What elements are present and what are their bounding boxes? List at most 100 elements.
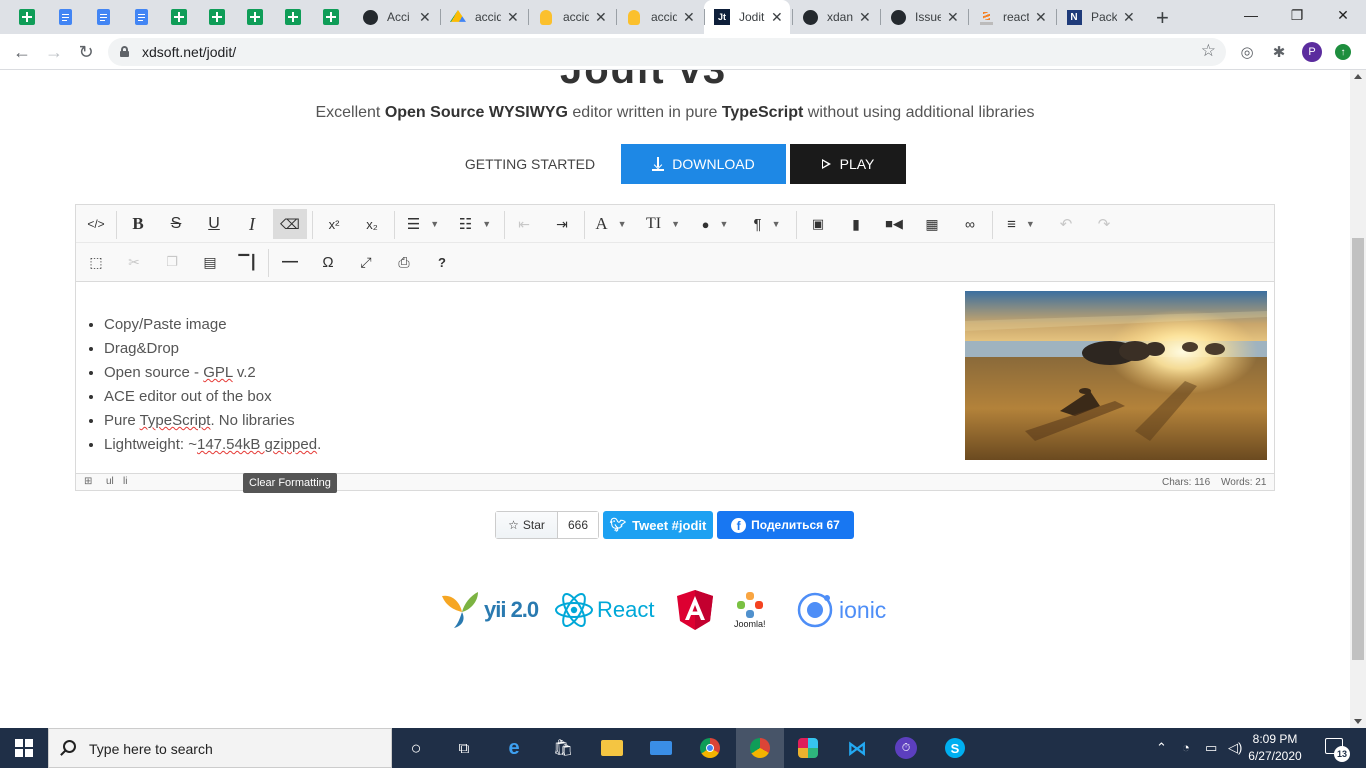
tray-overflow-icon[interactable]: ⌃ bbox=[1156, 740, 1167, 756]
file-icon[interactable]: ▮ bbox=[840, 209, 872, 239]
ionic-logo[interactable]: ionic bbox=[796, 588, 886, 632]
play-button[interactable]: PLAY bbox=[790, 144, 906, 184]
tab-pinned-docs[interactable] bbox=[122, 0, 160, 34]
tab-github-issue[interactable]: Issue ✕ bbox=[880, 0, 966, 34]
tab-pinned-sheets[interactable] bbox=[236, 0, 274, 34]
list-item[interactable]: Drag&Drop bbox=[104, 337, 321, 361]
github-star-button[interactable]: ☆ Star bbox=[496, 512, 558, 538]
tab-github-acci[interactable]: Acci ✕ bbox=[352, 0, 438, 34]
tab-pinned-sheets[interactable] bbox=[274, 0, 312, 34]
battery-icon[interactable]: ▭ bbox=[1205, 740, 1217, 756]
select-all-icon[interactable]: ⬚ bbox=[80, 247, 112, 277]
italic-icon[interactable]: I bbox=[236, 209, 268, 239]
video-icon[interactable]: ■◀ bbox=[878, 209, 910, 239]
wifi-icon[interactable]: ◔ bbox=[1182, 740, 1190, 755]
tab-idea-accid-2[interactable]: accid ✕ bbox=[616, 0, 702, 34]
close-tab-icon[interactable]: ✕ bbox=[419, 9, 431, 26]
minimize-button[interactable]: — bbox=[1228, 0, 1274, 30]
align-icon[interactable]: ≡ ▼ bbox=[998, 209, 1044, 239]
vscode-icon[interactable]: ⋈ bbox=[845, 736, 869, 760]
back-button[interactable]: ← bbox=[9, 39, 35, 65]
indent-icon[interactable]: ⇥ bbox=[546, 209, 578, 239]
mail-icon[interactable] bbox=[649, 736, 673, 760]
puzzle-extensions-icon[interactable]: ✱ bbox=[1270, 43, 1288, 61]
tab-pinned-sheets[interactable] bbox=[8, 0, 46, 34]
joomla-logo[interactable]: Joomla! bbox=[734, 588, 766, 632]
copy-format-icon[interactable]: ▔┃ bbox=[232, 247, 264, 277]
close-tab-icon[interactable]: ✕ bbox=[947, 9, 959, 26]
tab-jodit-active[interactable]: Jt Jodit ✕ bbox=[704, 0, 790, 34]
superscript-icon[interactable]: x² bbox=[318, 209, 350, 239]
eraser-icon[interactable]: ⌫ bbox=[273, 209, 307, 239]
font-size-icon[interactable]: TI ▼ bbox=[640, 209, 686, 239]
copy-icon[interactable]: ❐ bbox=[156, 247, 188, 277]
slack-icon[interactable] bbox=[796, 736, 820, 760]
facebook-share-button[interactable]: f Поделиться 67 bbox=[717, 511, 854, 539]
image-icon[interactable]: ▣ bbox=[802, 209, 834, 239]
close-tab-icon[interactable]: ✕ bbox=[683, 9, 695, 26]
tab-pinned-sheets[interactable] bbox=[312, 0, 350, 34]
update-arrow-icon[interactable]: ↑ bbox=[1335, 44, 1351, 60]
fullsize-icon[interactable]: ⤢ bbox=[350, 247, 382, 277]
angular-logo[interactable] bbox=[676, 588, 714, 632]
lock-icon[interactable] bbox=[120, 46, 129, 57]
subscript-icon[interactable]: x₂ bbox=[356, 209, 388, 239]
yii-logo[interactable]: yii 2.0 bbox=[440, 588, 539, 632]
hr-icon[interactable]: — bbox=[274, 247, 306, 277]
list-item[interactable]: Lightweight: ~147.54kB gzipped. bbox=[104, 433, 321, 457]
scroll-down-arrow[interactable] bbox=[1354, 719, 1362, 724]
ordered-list-icon[interactable]: ☷ ▼ bbox=[452, 209, 498, 239]
edge-icon[interactable]: e bbox=[502, 736, 526, 760]
taskbar-search[interactable]: Type here to search bbox=[48, 728, 392, 768]
close-tab-icon[interactable]: ✕ bbox=[507, 9, 519, 26]
omnibox[interactable]: xdsoft.net/jodit/ ☆ bbox=[108, 38, 1226, 66]
task-view-icon[interactable]: ⧉ bbox=[452, 736, 476, 760]
cortana-icon[interactable]: ○ bbox=[404, 736, 428, 760]
start-button[interactable] bbox=[0, 728, 48, 768]
profile-avatar[interactable]: P bbox=[1302, 42, 1322, 62]
undo-icon[interactable]: ↶ bbox=[1050, 209, 1082, 239]
skype-icon[interactable]: S bbox=[943, 736, 967, 760]
url-text[interactable]: xdsoft.net/jodit/ bbox=[142, 44, 236, 60]
chrome-icon[interactable] bbox=[698, 736, 722, 760]
tab-drive-accid[interactable]: accid ✕ bbox=[440, 0, 526, 34]
bold-icon[interactable]: B bbox=[122, 209, 154, 239]
new-tab-button[interactable]: + bbox=[1156, 5, 1169, 31]
volume-icon[interactable]: ◁) bbox=[1228, 740, 1242, 756]
beach-sunset-image[interactable] bbox=[965, 291, 1267, 460]
about-icon[interactable]: ? bbox=[426, 247, 458, 277]
link-icon[interactable]: ∞ bbox=[954, 209, 986, 239]
maximize-button[interactable]: ❐ bbox=[1274, 0, 1320, 30]
tab-pinned-sheets[interactable] bbox=[198, 0, 236, 34]
close-tab-icon[interactable]: ✕ bbox=[1123, 9, 1135, 26]
close-tab-icon[interactable]: ✕ bbox=[859, 9, 871, 26]
react-logo[interactable]: React bbox=[554, 588, 654, 632]
unordered-list-icon[interactable]: ☰ ▼ bbox=[400, 209, 446, 239]
forward-button[interactable]: → bbox=[41, 39, 67, 65]
redo-icon[interactable]: ↷ bbox=[1088, 209, 1120, 239]
close-tab-icon[interactable]: ✕ bbox=[595, 9, 607, 26]
source-icon[interactable]: </> bbox=[80, 209, 112, 239]
extension-icon[interactable]: ◎ bbox=[1238, 43, 1256, 61]
page-scrollbar[interactable] bbox=[1350, 70, 1366, 728]
download-button[interactable]: DOWNLOAD bbox=[621, 144, 786, 184]
tweet-button[interactable]: 🐦︎ Tweet #jodit bbox=[603, 511, 713, 539]
list-item[interactable]: Open source - GPL v.2 bbox=[104, 361, 321, 385]
scroll-up-arrow[interactable] bbox=[1354, 74, 1362, 79]
scroll-thumb[interactable] bbox=[1352, 238, 1364, 660]
list-item[interactable]: Pure TypeScript. No libraries bbox=[104, 409, 321, 433]
file-explorer-icon[interactable] bbox=[600, 736, 624, 760]
list-item[interactable]: Copy/Paste image bbox=[104, 313, 321, 337]
close-window-button[interactable]: ✕ bbox=[1320, 0, 1366, 30]
store-icon[interactable]: 🛍︎ bbox=[551, 736, 575, 760]
tab-npm-pack[interactable]: N Pack ✕ bbox=[1056, 0, 1142, 34]
tab-pinned-docs[interactable] bbox=[84, 0, 122, 34]
tab-idea-accid[interactable]: accid ✕ bbox=[528, 0, 614, 34]
getting-started-button[interactable]: GETTING STARTED bbox=[450, 144, 610, 184]
github-star-count[interactable]: 666 bbox=[558, 512, 598, 538]
tab-stackoverflow-react[interactable]: react ✕ bbox=[968, 0, 1054, 34]
underline-icon[interactable]: U bbox=[198, 209, 230, 239]
chrome-profile-active-icon[interactable] bbox=[736, 728, 784, 768]
print-icon[interactable]: ⎙ bbox=[388, 247, 420, 277]
tab-github-xdan[interactable]: xdan ✕ bbox=[792, 0, 878, 34]
